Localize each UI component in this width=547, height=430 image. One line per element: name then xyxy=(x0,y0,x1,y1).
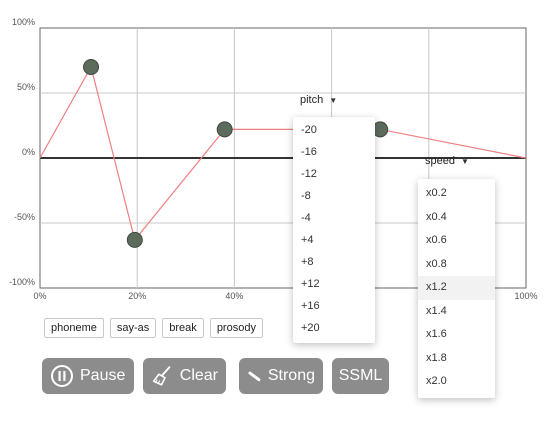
ssml-button[interactable]: SSML xyxy=(332,358,389,394)
pitch-option[interactable]: -20 xyxy=(293,119,375,141)
tag-prosody[interactable]: prosody xyxy=(209,318,263,338)
speed-option[interactable]: x1.2 xyxy=(418,276,495,300)
y-tick-label: 0% xyxy=(22,147,35,157)
pitch-option[interactable]: +20 xyxy=(293,317,375,339)
tag-phoneme[interactable]: phoneme xyxy=(44,318,104,338)
data-point[interactable] xyxy=(83,59,100,75)
pause-button[interactable]: Pause xyxy=(42,358,134,394)
pitch-option[interactable]: +12 xyxy=(293,273,375,295)
x-tick-label: 0% xyxy=(33,291,46,301)
y-tick-label: -50% xyxy=(14,212,35,222)
x-tick-label: 100% xyxy=(514,291,537,301)
pitch-dropdown-label: pitch xyxy=(300,94,324,106)
speed-dropdown[interactable]: speed ▼ xyxy=(425,155,469,167)
x-tick-label: 20% xyxy=(128,291,146,301)
chevron-down-icon: ▼ xyxy=(329,95,338,105)
data-point[interactable] xyxy=(216,121,233,138)
strong-label: Strong xyxy=(267,367,315,384)
clear-label: Clear xyxy=(179,367,218,384)
strong-button[interactable]: Strong xyxy=(239,358,323,394)
x-tick-label: 40% xyxy=(225,291,243,301)
pause-label: Pause xyxy=(80,367,126,384)
pitch-option[interactable]: +16 xyxy=(293,295,375,317)
speed-option[interactable]: x1.6 xyxy=(418,323,495,347)
broom-icon xyxy=(152,366,171,386)
speed-dropdown-label: speed xyxy=(425,155,455,167)
data-point[interactable] xyxy=(126,231,143,248)
pitch-option[interactable]: +4 xyxy=(293,229,375,251)
y-tick-label: 50% xyxy=(17,82,35,92)
speed-option[interactable]: x0.2 xyxy=(418,182,495,206)
tag-break[interactable]: break xyxy=(162,318,204,338)
clear-button[interactable]: Clear xyxy=(143,358,226,394)
speed-menu: x0.2 x0.4 x0.6 x0.8 x1.2 x1.4 x1.6 x1.8 … xyxy=(418,179,495,398)
speed-option[interactable]: x0.4 xyxy=(418,206,495,230)
pitch-dropdown[interactable]: pitch ▼ xyxy=(300,94,337,106)
chevron-down-icon: ▼ xyxy=(460,156,469,166)
speed-option[interactable]: x0.6 xyxy=(418,229,495,253)
pause-icon xyxy=(51,365,73,387)
speed-option[interactable]: x0.8 xyxy=(418,253,495,277)
speed-option[interactable]: x1.8 xyxy=(418,347,495,371)
pitch-option[interactable]: +8 xyxy=(293,251,375,273)
slash-icon xyxy=(248,371,261,382)
ssml-label: SSML xyxy=(338,367,383,384)
pitch-option[interactable]: -4 xyxy=(293,207,375,229)
pitch-menu: -20 -16 -12 -8 -4 +4 +8 +12 +16 +20 xyxy=(293,117,375,343)
pitch-option[interactable]: -12 xyxy=(293,163,375,185)
tag-say-as[interactable]: say-as xyxy=(109,318,157,338)
pitch-option[interactable]: -8 xyxy=(293,185,375,207)
ssml-tag-bar: phoneme say-as break prosody xyxy=(44,318,263,338)
pitch-option[interactable]: -16 xyxy=(293,141,375,163)
speed-option[interactable]: x1.4 xyxy=(418,300,495,324)
y-tick-label: 100% xyxy=(12,17,35,27)
speed-option[interactable]: x2.0 xyxy=(418,370,495,394)
y-tick-label: -100% xyxy=(9,277,35,287)
